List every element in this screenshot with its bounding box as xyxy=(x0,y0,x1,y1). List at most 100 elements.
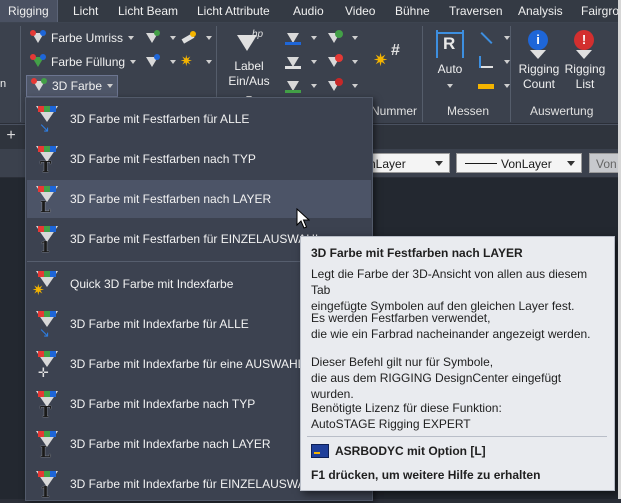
tooltip-text: Benötigte Lizenz für diese Funktion: xyxy=(311,401,502,415)
menu-item-label: 3D Farbe mit Festfarben für ALLE xyxy=(70,112,250,126)
outline-style-button[interactable] xyxy=(144,27,176,49)
measure-diagonal-button[interactable] xyxy=(478,27,510,49)
tab-rigging[interactable]: Rigging xyxy=(0,0,58,22)
measure-radius-icon: R xyxy=(434,30,466,60)
tooltip-command: ASRBODYC mit Option [L] xyxy=(311,444,486,458)
farbe-fuellung-label: Farbe Füllung xyxy=(51,55,126,69)
rgb-glass-single-icon: 1 xyxy=(32,224,62,256)
number-remove-button[interactable] xyxy=(326,51,358,73)
tooltip-text: Legt die Farbe der 3D-Ansicht von allen … xyxy=(311,267,588,297)
tab-licht-beam[interactable]: Licht Beam xyxy=(118,0,178,22)
menu-item-festfarben-typ[interactable]: T 3D Farbe mit Festfarben nach TYP xyxy=(27,140,371,178)
measure-angle-button[interactable] xyxy=(478,51,510,73)
color-triangle-icon xyxy=(144,54,160,70)
number-delete-button[interactable] xyxy=(326,75,358,97)
tab-analysis[interactable]: Analysis xyxy=(518,0,563,22)
label-style-3-button[interactable] xyxy=(285,75,317,97)
farbe-umriss-button[interactable]: Farbe Umriss xyxy=(30,27,135,49)
rgb-glass-selection-icon: ✛ xyxy=(32,349,62,380)
chevron-down-icon[interactable] xyxy=(170,60,176,64)
ribbon-left-fragment: n xyxy=(0,78,7,90)
tab-audio[interactable]: Audio xyxy=(293,0,324,22)
chevron-down-icon[interactable] xyxy=(170,36,176,40)
tab-licht-attribute[interactable]: Licht Attribute xyxy=(197,0,270,22)
measure-angle-icon xyxy=(478,54,494,70)
farbe-3d-button[interactable]: 3D Farbe xyxy=(26,75,119,97)
sparkle-tool-button[interactable]: ✷ xyxy=(180,51,212,73)
label-ein-aus-button[interactable]: hp Label Ein/Aus xyxy=(222,27,276,104)
number-tool-button[interactable]: ✷ # xyxy=(366,43,412,75)
new-tab-plus-icon[interactable]: + xyxy=(3,128,19,144)
ribbon-tab-bar: Rigging Licht Licht Beam Licht Attribute… xyxy=(0,0,621,23)
chevron-down-icon xyxy=(435,161,443,166)
color-triangle-icon xyxy=(144,30,160,46)
farbe-fuellung-button[interactable]: Farbe Füllung xyxy=(30,51,137,73)
nummer-panel-label: Nummer xyxy=(371,104,418,118)
rigging-count-line1: Rigging xyxy=(518,62,560,76)
add-green-icon xyxy=(326,30,343,46)
rigging-count-line2: Count xyxy=(522,77,556,91)
sun-hash-icon: ✷ # xyxy=(373,42,400,70)
tab-licht[interactable]: Licht xyxy=(73,0,98,22)
tab-video[interactable]: Video xyxy=(345,0,375,22)
label-text-icon xyxy=(285,54,301,70)
tooltip-separator xyxy=(307,436,607,437)
rigging-count-button[interactable]: i Rigging Count xyxy=(514,30,564,92)
chevron-down-icon[interactable] xyxy=(130,60,137,64)
menu-item-label: 3D Farbe mit Indexfarbe nach TYP xyxy=(70,397,256,411)
label-text-icon xyxy=(285,30,301,46)
ribbon-separator xyxy=(20,26,21,122)
ruler-icon xyxy=(478,78,494,94)
rgb-glass-type-icon: T xyxy=(32,144,62,176)
menu-item-festfarben-alle[interactable]: ↘ 3D Farbe mit Festfarben für ALLE xyxy=(27,100,371,138)
fill-style-button[interactable] xyxy=(144,51,176,73)
auto-measure-button[interactable]: R Auto xyxy=(428,30,472,92)
menu-item-label: Quick 3D Farbe mit Indexfarbe xyxy=(70,277,234,291)
tooltip-paragraph-2: Es werden Festfarben verwendet, die wie … xyxy=(311,310,606,342)
chevron-down-icon[interactable] xyxy=(352,36,358,40)
menu-item-label: 3D Farbe mit Indexfarbe für ALLE xyxy=(70,317,249,331)
chevron-down-icon[interactable] xyxy=(311,84,317,88)
tooltip-text: AutoSTAGE Rigging EXPERT xyxy=(311,417,471,431)
brush-tool-button[interactable] xyxy=(180,27,212,49)
layer-combo[interactable]: nLayer xyxy=(362,153,450,173)
tab-traversen[interactable]: Traversen xyxy=(449,0,503,22)
menu-item-label: 3D Farbe mit Festfarben nach TYP xyxy=(70,152,256,166)
chevron-down-icon[interactable] xyxy=(206,60,212,64)
chevron-down-icon[interactable] xyxy=(311,60,317,64)
linetype-combo-value: VonLayer xyxy=(501,157,552,171)
tooltip-text: die wie ein Farbrad nacheinander angezei… xyxy=(311,327,591,341)
label-style-2-button[interactable] xyxy=(285,51,317,73)
ribbon-separator xyxy=(510,26,511,122)
chevron-down-icon[interactable] xyxy=(128,36,135,40)
measure-ruler-button[interactable] xyxy=(478,75,510,97)
chevron-down-icon[interactable] xyxy=(107,84,114,88)
chevron-down-icon[interactable] xyxy=(352,60,358,64)
lineweight-combo[interactable]: Von xyxy=(589,153,621,173)
chevron-down-icon[interactable] xyxy=(206,36,212,40)
rigging-list-button[interactable]: ! Rigging List xyxy=(562,30,608,92)
auto-label: Auto xyxy=(437,62,463,76)
rgb-glass-index-single-icon: 1 xyxy=(32,469,62,501)
rigging-list-line2: List xyxy=(575,77,595,91)
tab-buehne[interactable]: Bühne xyxy=(395,0,430,22)
command-tooltip: 3D Farbe mit Festfarben nach LAYER Legt … xyxy=(300,236,615,491)
rgb-glass-index-all-icon: ↘ xyxy=(32,309,62,340)
rgb-glass-all-icon: ↘ xyxy=(32,104,62,135)
tab-fairground[interactable]: Fairgrou xyxy=(581,0,621,22)
label-style-1-button[interactable] xyxy=(285,27,317,49)
tooltip-text: Dieser Befehl gilt nur für Symbole, xyxy=(311,355,494,369)
menu-item-festfarben-layer[interactable]: L 3D Farbe mit Festfarben nach LAYER xyxy=(27,180,371,218)
number-add-button[interactable] xyxy=(326,27,358,49)
chevron-down-icon[interactable] xyxy=(352,84,358,88)
label-toggle-icon: hp xyxy=(233,27,265,57)
label-line2: Ein/Aus xyxy=(228,74,270,88)
linetype-combo[interactable]: VonLayer xyxy=(456,153,582,173)
color-fill-icon xyxy=(30,54,46,70)
rgb-glass-index-type-icon: T xyxy=(32,389,62,421)
info-count-icon: i xyxy=(523,30,555,60)
tooltip-paragraph-1: Legt die Farbe der 3D-Ansicht von allen … xyxy=(311,266,606,314)
tooltip-text: Es werden Festfarben verwendet, xyxy=(311,311,491,325)
chevron-down-icon[interactable] xyxy=(447,84,453,88)
chevron-down-icon[interactable] xyxy=(311,36,317,40)
